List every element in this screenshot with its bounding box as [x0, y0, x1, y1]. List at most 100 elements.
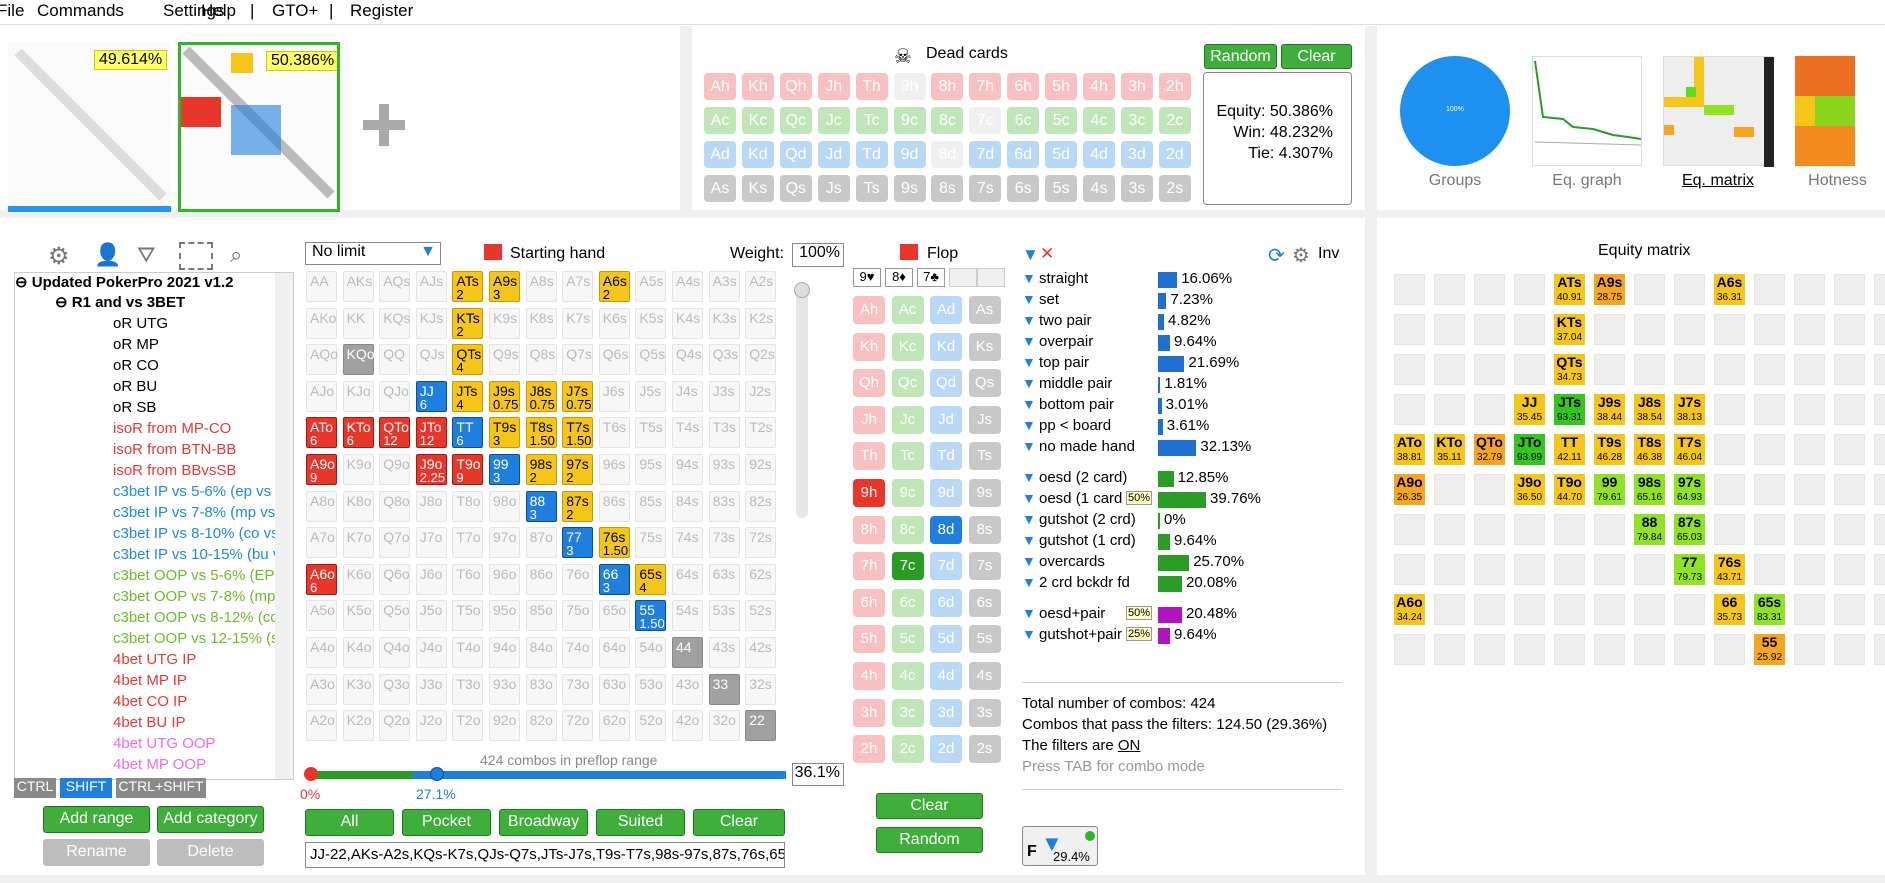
hand-cell-87o[interactable]: 87o [525, 527, 557, 559]
equity-matrix-cell[interactable] [1834, 274, 1865, 305]
menu-gto[interactable]: GTO+ [272, 1, 318, 21]
hand-cell-KTs[interactable]: KTs 2 [452, 307, 484, 339]
user-icon[interactable]: 👤 [94, 242, 121, 268]
hand-cell-74s[interactable]: 74s [672, 527, 703, 559]
dead-card-2h[interactable]: 2h [1158, 73, 1191, 100]
hand-cell-T3o[interactable]: T3o [452, 673, 484, 705]
equity-hand-76s[interactable]: 76s 43.71 [1714, 554, 1745, 585]
hand-cell-53o[interactable]: 53o [635, 673, 667, 705]
hand-cell-J8o[interactable]: J8o [415, 490, 447, 522]
hand-cell-85o[interactable]: 85o [525, 600, 557, 632]
shift-key-label[interactable]: SHIFT [60, 778, 112, 798]
flop-card-6d[interactable]: 6d [930, 588, 962, 617]
hand-cell-A2o[interactable]: A2o [306, 710, 337, 742]
equity-matrix-cell[interactable] [1754, 394, 1785, 425]
stats-gear-icon[interactable]: ⚙ [1292, 243, 1310, 268]
equity-hand-JTo[interactable]: JTo 93.99 [1514, 434, 1545, 465]
equity-matrix-cell[interactable] [1794, 554, 1825, 585]
flop-card-5h[interactable]: 5h [853, 625, 885, 654]
hand-cell-32o[interactable]: 32o [708, 710, 740, 742]
flop-card-Js[interactable]: Js [968, 405, 1001, 434]
hand-cell-Q2o[interactable]: Q2o [379, 710, 411, 742]
weight-slider[interactable] [794, 282, 810, 518]
hand-cell-K8o[interactable]: K8o [342, 490, 374, 522]
hand-cell-64s[interactable]: 64s [672, 563, 703, 595]
flop-card-As[interactable]: As [968, 296, 1001, 324]
select-suited-button[interactable]: Suited [596, 809, 685, 836]
flop-card-4s[interactable]: 4s [968, 662, 1001, 690]
equity-matrix-cell[interactable] [1834, 314, 1865, 345]
flop-card-Qs[interactable]: Qs [968, 369, 1001, 398]
flop-card-2s[interactable]: 2s [968, 735, 1001, 764]
dead-random-button[interactable]: Random [1204, 44, 1277, 69]
flop-card-5d[interactable]: 5d [930, 625, 962, 654]
hand-cell-75s[interactable]: 75s [635, 527, 667, 559]
equity-matrix-cell[interactable] [1674, 634, 1705, 665]
ctrl-shift-key-label[interactable]: CTRL+SHIFT [116, 778, 206, 798]
select-broadway-button[interactable]: Broadway [499, 809, 588, 836]
equity-hand-J8s[interactable]: J8s 38.54 [1634, 394, 1665, 425]
filter-icon[interactable]: ▼ [1022, 490, 1036, 506]
dead-card-Ac[interactable]: Ac [704, 107, 736, 134]
equity-matrix-cell[interactable] [1754, 514, 1785, 545]
equity-matrix-cell[interactable] [1754, 554, 1785, 585]
dead-card-9s[interactable]: 9s [893, 175, 926, 202]
hotness-thumbnail[interactable] [1795, 56, 1855, 166]
hand-cell-97o[interactable]: 97o [489, 527, 520, 559]
flop-card-3c[interactable]: 3c [891, 698, 924, 727]
flop-card-Jc[interactable]: Jc [891, 405, 924, 434]
dead-card-6c[interactable]: 6c [1007, 107, 1040, 134]
equity-matrix-cell[interactable] [1714, 354, 1745, 385]
hand-cell-J9o[interactable]: J9o 2.25 [415, 454, 447, 485]
hand-cell-72o[interactable]: 72o [562, 710, 594, 742]
select-pocket-button[interactable]: Pocket [402, 809, 491, 836]
hand-cell-KJs[interactable]: KJs [415, 307, 447, 339]
tree-range-item[interactable]: oR BU [113, 378, 157, 395]
dead-card-4c[interactable]: 4c [1083, 107, 1115, 134]
hand-cell-A4o[interactable]: A4o [306, 637, 337, 668]
dead-card-9h[interactable]: 9h [893, 73, 926, 100]
hand-cell-Q9s[interactable]: Q9s [489, 344, 520, 376]
equity-matrix-cell[interactable] [1554, 514, 1585, 545]
dead-card-4d[interactable]: 4d [1083, 141, 1115, 168]
equity-matrix-cell[interactable] [1874, 274, 1885, 305]
flop-card-2d[interactable]: 2d [930, 735, 962, 764]
flop-card-3h[interactable]: 3h [853, 698, 885, 727]
tree-range-item[interactable]: c3bet IP vs 5-6% (ep vs bl [113, 483, 287, 500]
equity-hand-T9o[interactable]: T9o 44.70 [1554, 474, 1585, 505]
search-icon[interactable]: ⌕ [230, 242, 242, 268]
hand-cell-K7s[interactable]: K7s [562, 307, 594, 339]
clear-filter-icon[interactable]: ✕ [1040, 244, 1054, 264]
hand-cell-93s[interactable]: 93s [708, 454, 740, 485]
eq-matrix-thumbnail[interactable] [1663, 56, 1774, 167]
hand-cell-92s[interactable]: 92s [745, 454, 777, 485]
tree-range-item[interactable]: 4bet CO IP [113, 693, 187, 710]
flop-card-Qh[interactable]: Qh [853, 369, 885, 398]
flop-card-8c[interactable]: 8c [891, 515, 924, 544]
filter-icon[interactable]: ▼ [1022, 270, 1036, 286]
equity-matrix-cell[interactable] [1594, 314, 1625, 345]
tree-range-item[interactable]: 4bet UTG IP [113, 651, 196, 668]
hand-cell-32s[interactable]: 32s [745, 673, 777, 705]
dead-card-Ks[interactable]: Ks [741, 175, 774, 202]
hand-cell-QTs[interactable]: QTs 4 [452, 344, 484, 376]
hand-cell-A4s[interactable]: A4s [672, 271, 703, 302]
hand-cell-K5s[interactable]: K5s [635, 307, 667, 339]
filter-summary-button[interactable]: F ▼ 29.4% [1022, 826, 1098, 866]
filter-icon[interactable]: ▼ [1022, 574, 1036, 590]
filters-on-toggle[interactable]: ON [1118, 737, 1141, 754]
hand-cell-94o[interactable]: 94o [489, 637, 520, 668]
flop-card-3d[interactable]: 3d [930, 698, 962, 727]
equity-matrix-cell[interactable] [1474, 314, 1505, 345]
hand-cell-J8s[interactable]: J8s 0.75 [525, 380, 557, 412]
equity-matrix-cell[interactable] [1394, 274, 1425, 305]
equity-matrix-cell[interactable] [1874, 314, 1885, 345]
flop-card-Kd[interactable]: Kd [930, 332, 962, 361]
menu-file[interactable]: File [0, 1, 24, 21]
equity-matrix-cell[interactable] [1474, 514, 1505, 545]
equity-matrix-cell[interactable] [1434, 274, 1465, 305]
hand-cell-83s[interactable]: 83s [708, 490, 740, 522]
tree-range-item[interactable]: 4bet UTG OOP [113, 735, 216, 752]
equity-matrix-cell[interactable] [1634, 314, 1665, 345]
flop-clear-button[interactable]: Clear [876, 793, 983, 819]
